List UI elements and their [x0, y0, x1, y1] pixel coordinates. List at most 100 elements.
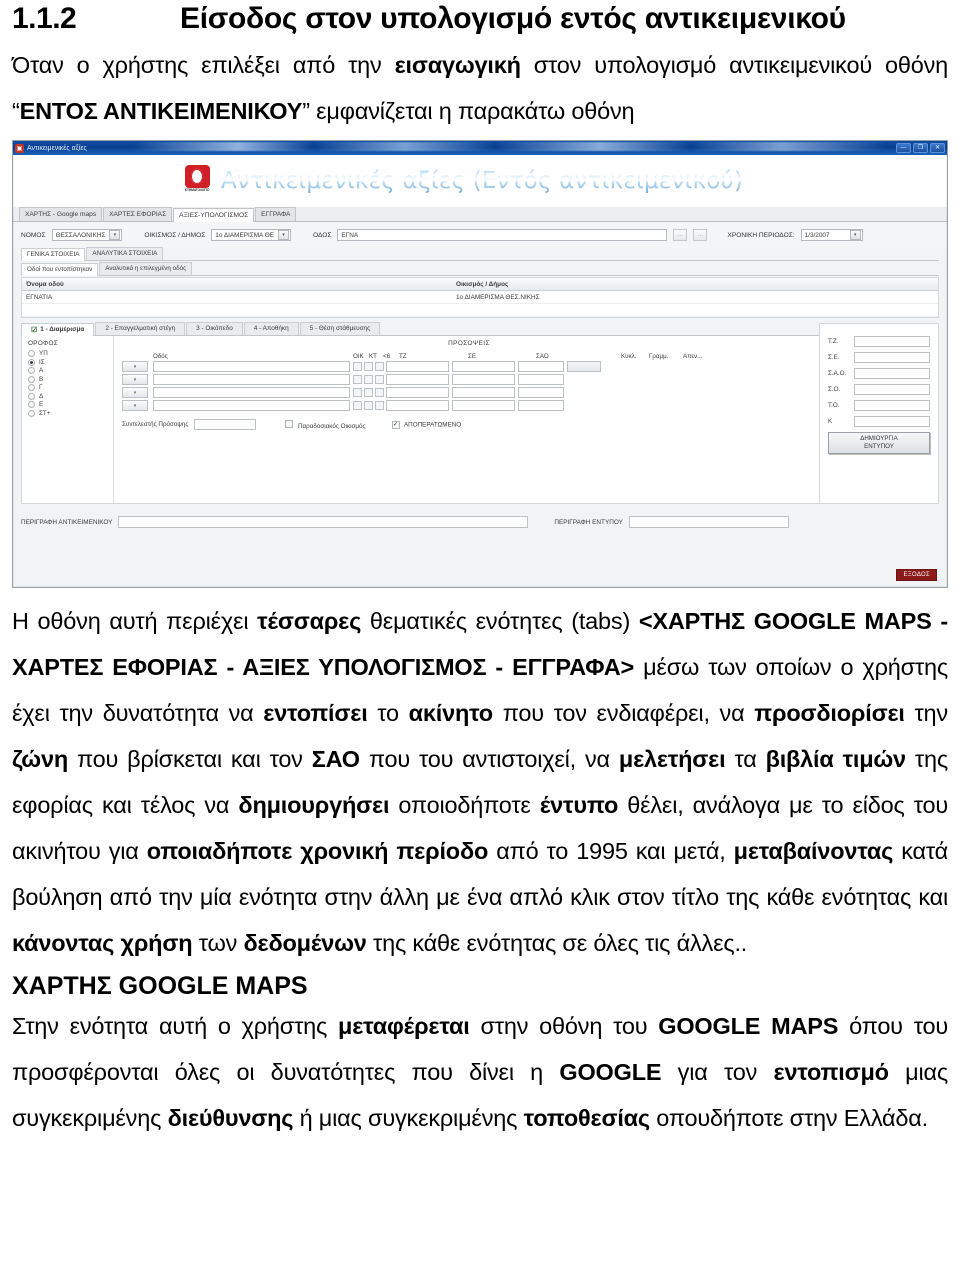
numtab-apothiki[interactable]: 4 - Αποθήκη — [243, 322, 299, 335]
floor-option-st[interactable]: ΣΤ+ — [28, 409, 107, 417]
floor-option-is[interactable]: ΙΣ — [28, 358, 107, 366]
numtab-oikopedo[interactable]: 3 - Οικόπεδο — [186, 322, 243, 335]
desc-objective-input[interactable] — [118, 516, 529, 528]
facade-kt-checkbox-4[interactable] — [364, 401, 373, 410]
streets-grid: Όνομα οδού Οικισμός / Δήμος ΕΓΝΑΤΙΑ 1ο Δ… — [21, 277, 939, 318]
input-sao[interactable] — [854, 368, 930, 379]
numbered-tabstrip: ☑ 1 - Διαμέρισμα 2 - Επαγγελματική στέγη… — [21, 322, 823, 336]
facade-se-input-4[interactable] — [452, 400, 515, 411]
numtab-diamerisma[interactable]: ☑ 1 - Διαμέρισμα — [21, 323, 95, 336]
facade-sao-input-3[interactable] — [518, 387, 564, 398]
facade-tz-input-1[interactable] — [386, 361, 449, 372]
table-row-empty[interactable] — [22, 304, 938, 317]
p2-p: μελετήσει — [618, 746, 726, 772]
oikismos-select[interactable]: 1ο ΔΙΑΜΕΡΙΣΜΑ ΘΕ ▾ — [211, 229, 291, 241]
column-header-settlement[interactable]: Οικισμός / Δήμος — [452, 281, 938, 288]
tab-axies-ypologismos[interactable]: ΑΞΙΕΣ-ΥΠΟΛΟΓΙΣΜΟΣ — [173, 208, 255, 222]
facade-se-input-2[interactable] — [452, 374, 515, 385]
exit-button[interactable]: ΕΞΟΔΟΣ — [896, 569, 937, 581]
facade-row-1[interactable]: ▾ — [122, 360, 816, 373]
desc-form-input[interactable] — [628, 516, 789, 528]
floor-option-yp[interactable]: ΥΠ — [28, 350, 107, 357]
facade-street-dropdown-3[interactable]: ▾ — [122, 387, 148, 398]
tab-xartis-google-maps[interactable]: ΧΑΡΤΗΣ - Google maps — [19, 207, 103, 221]
input-tz[interactable] — [854, 336, 930, 347]
facade-street-input-4[interactable] — [153, 400, 350, 411]
create-document-button[interactable]: ΔΗΜΙΟΥΡΓΙΑ ΕΝΤΥΠΟΥ — [828, 432, 930, 454]
facade-row-2[interactable]: ▾ — [122, 373, 816, 386]
radio-icon — [28, 350, 35, 357]
subtab-analytika-stoixeia[interactable]: ΑΝΑΛΥΤΙΚΑ ΣΤΟΙΧΕΙΑ — [86, 247, 164, 260]
facade-sao-input-1[interactable] — [518, 361, 564, 372]
facade-sao-input-4[interactable] — [518, 400, 564, 411]
p2-r: βιβλία τιμών — [765, 746, 907, 772]
document-page: 1.1.2 Είσοδος στον υπολογισμό εντός αντι… — [0, 2, 960, 1286]
facade-street-input-1[interactable] — [153, 361, 350, 372]
numtab-epaggelmatiki-stegi[interactable]: 2 - Επαγγελματική στέγη — [95, 322, 186, 335]
period-value: 1/3/2007 — [804, 231, 830, 239]
floor-label-d: Δ — [39, 392, 44, 400]
facade-sao-input-2[interactable] — [518, 374, 564, 385]
floor-label-st: ΣΤ+ — [39, 409, 51, 417]
tab-eggrafa[interactable]: ΕΓΓΡΑΦΑ — [255, 207, 297, 221]
diamerisma-panel: ΟΡΟΦΟΣ ΥΠ ΙΣ Α Β Γ Δ Ε ΣΤ+ ΠΡΟΣΟΨΕΙΣ Οδό… — [21, 336, 823, 504]
coefficient-input[interactable] — [194, 419, 257, 430]
subtab-analytika-epilegmeni-odos[interactable]: Αναλυτικά η επιλεγμένη οδός — [99, 262, 193, 275]
input-to[interactable] — [854, 400, 930, 411]
facade-tz-input-3[interactable] — [386, 387, 449, 398]
traditional-settlement-checkbox[interactable]: Παραδοσιακός Οικισμός — [285, 419, 366, 430]
numtab-thesi-stathmefsis[interactable]: 5 - Θέση στάθμευσης — [299, 322, 381, 335]
odos-browse-button-1[interactable]: … — [673, 229, 688, 241]
facade-extra-button-1[interactable] — [567, 361, 601, 372]
facade-lt6-checkbox-1[interactable] — [375, 362, 384, 371]
subtab-odoi-pou-entopistikan[interactable]: Οδοί που εντοπίστηκαν — [21, 263, 99, 276]
floor-option-a[interactable]: Α — [28, 367, 107, 374]
facade-oik-checkbox-2[interactable] — [353, 375, 362, 384]
minimize-button[interactable]: — — [896, 143, 911, 153]
floor-option-e[interactable]: Ε — [28, 401, 107, 408]
facade-kt-checkbox-2[interactable] — [364, 375, 373, 384]
chevron-down-icon[interactable]: ▾ — [277, 230, 289, 240]
facade-lt6-checkbox-2[interactable] — [375, 375, 384, 384]
completed-checkbox[interactable]: ✓ ΑΠΟΠΕΡΑΤΩΜΕΝΟ — [391, 420, 461, 429]
p3-g: για τον — [661, 1059, 774, 1085]
chevron-down-icon[interactable]: ▾ — [849, 230, 861, 240]
facade-street-dropdown-4[interactable]: ▾ — [122, 400, 148, 411]
maximize-button[interactable]: ❐ — [913, 143, 928, 153]
p2-k: την — [904, 700, 948, 726]
input-se[interactable] — [854, 352, 930, 363]
desc-form-label: ΠΕΡΙΓΡΑΦΗ ΕΝΤΥΠΟΥ — [554, 518, 623, 526]
facade-tz-input-2[interactable] — [386, 374, 449, 385]
facade-row-4[interactable]: ▾ — [122, 399, 816, 412]
facade-se-input-1[interactable] — [452, 361, 515, 372]
odos-input[interactable]: ΕΓΝΑ — [337, 229, 668, 241]
floor-option-d[interactable]: Δ — [28, 392, 107, 400]
chevron-down-icon[interactable]: ▾ — [109, 230, 121, 240]
facade-street-dropdown-2[interactable]: ▾ — [122, 374, 148, 385]
facade-kt-checkbox-3[interactable] — [364, 388, 373, 397]
nomos-select[interactable]: ΘΕΣΣΑΛΟΝΙΚΗΣ ▾ — [51, 229, 123, 241]
facade-oik-checkbox-4[interactable] — [353, 401, 362, 410]
table-row[interactable]: ΕΓΝΑΤΙΑ 1ο ΔΙΑΜΕΡΙΣΜΑ ΘΕΣ.ΝΙΚΗΣ — [22, 291, 938, 304]
tab-xartes-eforias[interactable]: ΧΑΡΤΕΣ ΕΦΟΡΙΑΣ — [103, 207, 173, 221]
facade-street-input-3[interactable] — [153, 387, 350, 398]
input-so[interactable] — [854, 384, 930, 395]
period-select[interactable]: 1/3/2007 ▾ — [800, 229, 863, 241]
facade-lt6-checkbox-3[interactable] — [375, 388, 384, 397]
facade-tz-input-4[interactable] — [386, 400, 449, 411]
odos-browse-button-2[interactable]: … — [693, 229, 708, 241]
facade-street-input-2[interactable] — [153, 374, 350, 385]
facade-street-dropdown-1[interactable]: ▾ — [122, 361, 148, 372]
facade-lt6-checkbox-4[interactable] — [375, 401, 384, 410]
floor-option-g[interactable]: Γ — [28, 384, 107, 391]
floor-option-b[interactable]: Β — [28, 375, 107, 383]
column-header-street-name[interactable]: Όνομα οδού — [22, 281, 452, 288]
facade-kt-checkbox-1[interactable] — [364, 362, 373, 371]
subtab-genika-stoixeia[interactable]: ΓΕΝΙΚΑ ΣΤΟΙΧΕΙΑ — [21, 248, 86, 261]
input-k[interactable] — [854, 416, 930, 427]
facade-oik-checkbox-3[interactable] — [353, 388, 362, 397]
facade-oik-checkbox-1[interactable] — [353, 362, 362, 371]
close-button[interactable]: ✕ — [930, 143, 945, 153]
facade-row-3[interactable]: ▾ — [122, 386, 816, 399]
facade-se-input-3[interactable] — [452, 387, 515, 398]
